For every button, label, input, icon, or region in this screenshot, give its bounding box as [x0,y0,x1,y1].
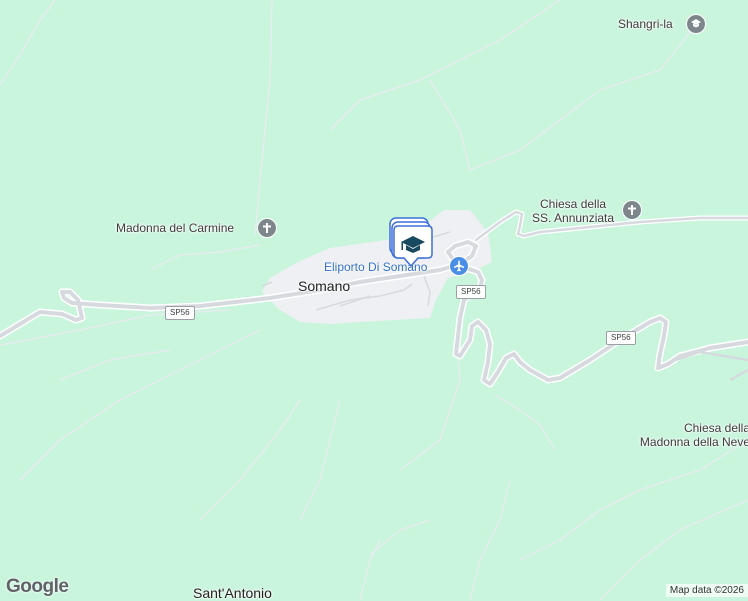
map-canvas[interactable] [0,0,748,600]
google-logo[interactable]: Google [6,576,69,598]
road-shield-sp56-west: SP56 [165,306,195,320]
chiesa-annunziata-line1: Chiesa della [540,197,607,211]
place-label-sant-antonio[interactable]: Sant'Antonio [193,585,272,601]
place-label-chiesa-neve[interactable]: Chiesa della Madonna della Neve [622,421,748,449]
map-attribution[interactable]: Map data ©2026 [665,584,748,597]
chiesa-neve-line1: Chiesa della [683,421,748,435]
place-label-somano[interactable]: Somano [298,278,350,294]
road-shield-sp56-east: SP56 [606,331,636,345]
school-icon[interactable] [686,14,706,34]
church-cross-icon[interactable] [622,200,642,220]
chiesa-annunziata-line2: SS. Annunziata [532,211,615,225]
place-label-madonna-carmine[interactable]: Madonna del Carmine [116,221,234,235]
road-shield-sp56-center: SP56 [456,285,486,299]
church-cross-icon[interactable] [257,218,277,238]
place-label-shangri-la[interactable]: Shangri-la [618,17,673,31]
place-label-chiesa-annunziata[interactable]: Chiesa della SS. Annunziata [532,197,614,225]
google-logo-text: Google [6,576,69,597]
education-marker-icon[interactable] [388,216,434,272]
airport-plane-icon[interactable] [449,256,469,276]
chiesa-neve-line2: Madonna della Neve [639,435,748,449]
